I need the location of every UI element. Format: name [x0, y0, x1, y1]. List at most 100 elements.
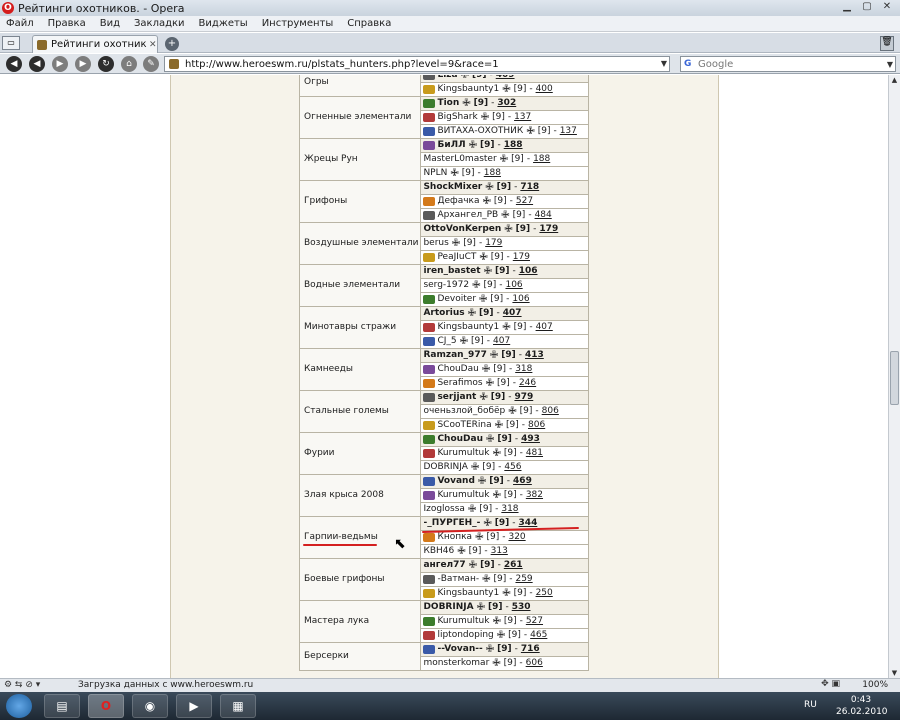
maximize-icon[interactable]: ▢	[858, 0, 876, 14]
tab-close-icon[interactable]: ✕	[149, 40, 157, 50]
info-cross-icon[interactable]: ✙	[490, 349, 498, 362]
clan-emblem-icon[interactable]	[423, 365, 436, 374]
opera-taskbar-icon[interactable]: O	[88, 694, 124, 718]
clan-emblem-icon[interactable]	[423, 435, 436, 444]
player-nick-link[interactable]: BigShark	[437, 111, 477, 124]
player-nick-link[interactable]: CJ_5	[437, 335, 456, 348]
clan-emblem-icon[interactable]	[423, 631, 436, 640]
player-nick-link[interactable]: serjjant	[437, 391, 476, 404]
clan-emblem-icon[interactable]	[423, 379, 436, 388]
player-score-link[interactable]: 407	[503, 307, 522, 320]
back-icon[interactable]: ◀	[6, 56, 22, 72]
info-cross-icon[interactable]: ✙	[492, 657, 500, 670]
player-nick-link[interactable]: berus	[423, 237, 448, 250]
clan-emblem-icon[interactable]	[423, 589, 436, 598]
fast-forward-icon[interactable]: ▶	[75, 56, 91, 72]
info-cross-icon[interactable]: ✙	[492, 447, 500, 460]
info-cross-icon[interactable]: ✙	[486, 643, 494, 656]
minimize-icon[interactable]: ▁	[838, 0, 856, 14]
player-nick-link[interactable]: -Ватман-	[437, 573, 479, 586]
player-nick-link[interactable]: ChouDau	[437, 363, 478, 376]
player-nick-link[interactable]: iren_bastet	[423, 265, 480, 278]
player-score-link[interactable]: 407	[536, 321, 553, 334]
view-controls-icon[interactable]: ✥ ▣	[821, 679, 840, 689]
player-score-link[interactable]: 106	[519, 265, 538, 278]
info-cross-icon[interactable]: ✙	[486, 377, 494, 390]
info-cross-icon[interactable]: ✙	[479, 251, 487, 264]
clan-emblem-icon[interactable]	[423, 449, 436, 458]
player-score-link[interactable]: 302	[497, 97, 516, 110]
player-nick-link[interactable]: ChouDau	[437, 433, 483, 446]
player-score-link[interactable]: 481	[526, 447, 543, 460]
clan-emblem-icon[interactable]	[423, 253, 436, 262]
clan-emblem-icon[interactable]	[423, 295, 436, 304]
reload-icon[interactable]: ↻	[98, 56, 114, 72]
status-icons[interactable]: ⚙ ⇆ ⊘ ▾	[4, 680, 40, 690]
menu-help[interactable]: Справка	[347, 18, 391, 29]
player-nick-link[interactable]: DOBRINJA	[423, 601, 473, 614]
search-field[interactable]: G Google ▼	[680, 56, 896, 72]
chevron-down-icon[interactable]: ▼	[887, 60, 893, 69]
info-cross-icon[interactable]: ✙	[481, 111, 489, 124]
rewind-icon[interactable]: ◀	[29, 56, 45, 72]
player-nick-link[interactable]: оченьзлой_бобёр	[423, 405, 505, 418]
clan-emblem-icon[interactable]	[423, 127, 436, 136]
chevron-down-icon[interactable]: ▼	[661, 57, 667, 71]
info-cross-icon[interactable]: ✙	[468, 307, 476, 320]
clan-emblem-icon[interactable]	[423, 645, 436, 654]
player-nick-link[interactable]: Kurumultuk	[437, 489, 489, 502]
info-cross-icon[interactable]: ✙	[460, 335, 468, 348]
menu-file[interactable]: Файл	[6, 18, 34, 29]
player-score-link[interactable]: 137	[560, 125, 577, 138]
player-score-link[interactable]: 409	[496, 75, 515, 82]
player-nick-link[interactable]: Artorius	[423, 307, 464, 320]
clan-emblem-icon[interactable]	[423, 533, 436, 542]
info-cross-icon[interactable]: ✙	[484, 265, 492, 278]
player-score-link[interactable]: 413	[525, 349, 544, 362]
clan-emblem-icon[interactable]	[423, 323, 436, 332]
player-nick-link[interactable]: serg-1972	[423, 279, 469, 292]
player-score-link[interactable]: 718	[520, 181, 539, 194]
address-field[interactable]: http://www.heroeswm.ru/plstats_hunters.p…	[164, 56, 670, 72]
clan-emblem-icon[interactable]	[423, 337, 436, 346]
menu-bookmarks[interactable]: Закладки	[134, 18, 185, 29]
info-cross-icon[interactable]: ✙	[501, 209, 509, 222]
tab-active[interactable]: Рейтинги охотников. ✕	[32, 35, 158, 53]
player-nick-link[interactable]: -_ПУРГЕН_-	[423, 517, 480, 530]
clan-emblem-icon[interactable]	[423, 113, 436, 122]
player-score-link[interactable]: 493	[521, 433, 540, 446]
player-score-link[interactable]: 106	[505, 279, 522, 292]
forward-icon[interactable]: ▶	[52, 56, 68, 72]
info-cross-icon[interactable]: ✙	[482, 573, 490, 586]
menu-widgets[interactable]: Виджеты	[199, 18, 248, 29]
player-nick-link[interactable]: Liza	[437, 75, 457, 82]
info-cross-icon[interactable]: ✙	[500, 153, 508, 166]
player-nick-link[interactable]: Tion	[437, 97, 459, 110]
player-nick-link[interactable]: liptondoping	[437, 629, 493, 642]
info-cross-icon[interactable]: ✙	[472, 279, 480, 292]
info-cross-icon[interactable]: ✙	[462, 97, 470, 110]
clan-emblem-icon[interactable]	[423, 491, 436, 500]
player-nick-link[interactable]: КВН46	[423, 545, 454, 558]
info-cross-icon[interactable]: ✙	[452, 237, 460, 250]
player-nick-link[interactable]: Kurumultuk	[437, 615, 489, 628]
player-nick-link[interactable]: Kingsbaunty1	[437, 321, 499, 334]
info-cross-icon[interactable]: ✙	[482, 363, 490, 376]
info-cross-icon[interactable]: ✙	[486, 433, 494, 446]
player-nick-link[interactable]: Vovand	[437, 475, 474, 488]
clan-emblem-icon[interactable]	[423, 197, 436, 206]
media-player-icon[interactable]: ▶	[176, 694, 212, 718]
clan-emblem-icon[interactable]	[423, 617, 436, 626]
info-cross-icon[interactable]: ✙	[477, 601, 485, 614]
info-cross-icon[interactable]: ✙	[468, 503, 476, 516]
tab-menu-icon[interactable]: ▭	[2, 36, 20, 50]
player-nick-link[interactable]: Devoiter	[437, 293, 476, 306]
app-icon[interactable]: ▦	[220, 694, 256, 718]
player-score-link[interactable]: 246	[519, 377, 536, 390]
player-score-link[interactable]: 382	[526, 489, 543, 502]
info-cross-icon[interactable]: ✙	[492, 489, 500, 502]
player-score-link[interactable]: 407	[493, 335, 510, 348]
scroll-thumb[interactable]	[890, 351, 899, 405]
start-button[interactable]	[6, 694, 32, 718]
info-cross-icon[interactable]: ✙	[495, 419, 503, 432]
